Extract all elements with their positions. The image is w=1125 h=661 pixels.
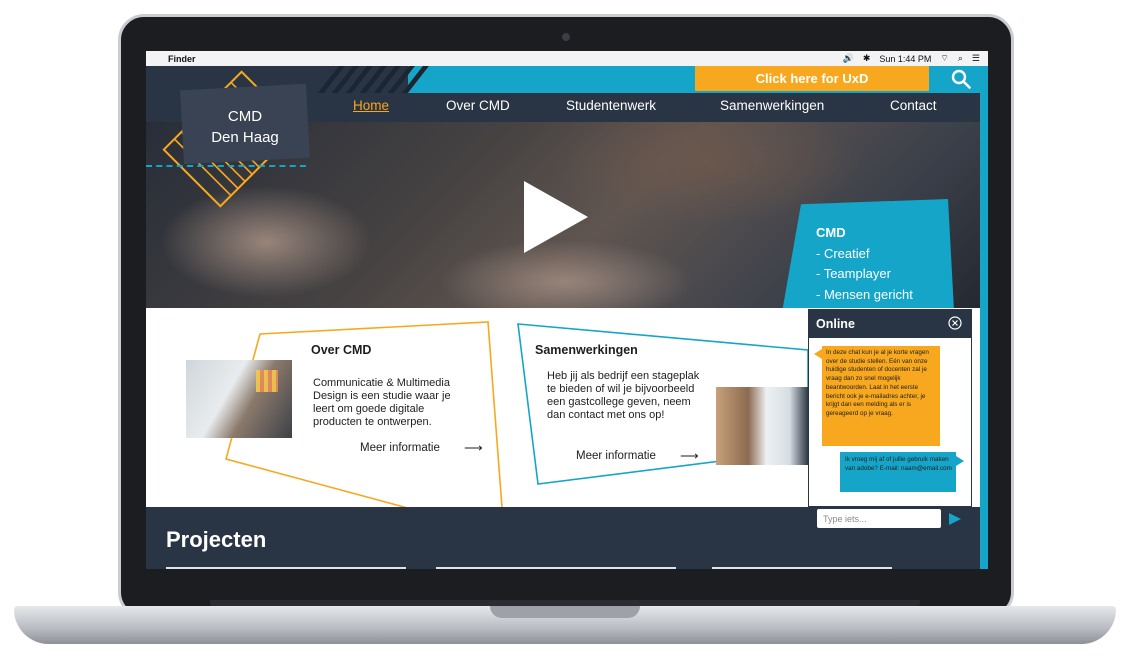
cmd-trait-2: - Teamplayer (816, 266, 891, 281)
wifi-icon[interactable]: ⌔ (940, 53, 948, 64)
logo-line-1: CMD (227, 108, 263, 125)
samenwerkingen-link[interactable]: Meer informatie (576, 450, 656, 462)
projects-title: Projecten (166, 527, 267, 552)
camera-icon (562, 33, 570, 41)
laptop-mockup: Finder 🔊 ✱ Sun 1:44 PM ⌔ ⌕ ☰ Click here … (0, 0, 1125, 661)
cmd-traits-text: CMD - Creatief - Teamplayer - Mensen ger… (816, 223, 913, 305)
close-icon[interactable] (948, 316, 962, 330)
dashed-divider (146, 165, 306, 167)
logo[interactable]: CMD Den Haag (182, 106, 308, 148)
play-icon[interactable] (524, 181, 588, 253)
nav-studentenwerk[interactable]: Studentenwerk (566, 98, 656, 113)
cmd-traits-title: CMD (816, 225, 846, 240)
incoming-bubble-tail (814, 349, 822, 359)
right-accent-rail (980, 93, 988, 569)
nav-home[interactable]: Home (353, 98, 389, 113)
project-thumb[interactable] (436, 567, 676, 569)
laptop-notch (490, 606, 640, 618)
samenwerkingen-body: Heb jij als bedrijf een stageplak te bie… (547, 370, 700, 421)
menubar-app-name[interactable]: Finder (168, 54, 196, 64)
bluetooth-icon[interactable]: ✱ (863, 53, 871, 64)
over-cmd-link[interactable]: Meer informatie (360, 442, 440, 454)
over-cmd-title: Over CMD (311, 343, 372, 357)
volume-icon[interactable]: 🔊 (843, 53, 854, 64)
over-cmd-body: Communicatie & Multimedia Design is een … (313, 377, 451, 428)
nav-contact[interactable]: Contact (890, 98, 937, 113)
outgoing-bubble-tail (956, 456, 964, 466)
mac-menubar: Finder 🔊 ✱ Sun 1:44 PM ⌔ ⌕ ☰ (146, 51, 988, 66)
project-thumb[interactable] (712, 567, 892, 569)
samenwerkingen-photo (716, 387, 808, 465)
project-thumb[interactable] (166, 567, 406, 569)
header-stripes (318, 66, 438, 93)
over-cmd-photo (186, 360, 292, 438)
incoming-message-text: In deze chat kun je al je korte vragen o… (826, 349, 929, 417)
send-icon[interactable] (949, 513, 961, 525)
arrow-right-icon[interactable]: ⟶ (680, 448, 699, 464)
arrow-right-icon[interactable]: ⟶ (464, 440, 483, 456)
menubar-status: 🔊 ✱ Sun 1:44 PM ⌔ ⌕ ☰ (843, 53, 980, 64)
samenwerkingen-title: Samenwerkingen (535, 343, 638, 357)
screen: Finder 🔊 ✱ Sun 1:44 PM ⌔ ⌕ ☰ Click here … (146, 51, 988, 569)
nav-over-cmd[interactable]: Over CMD (446, 98, 510, 113)
menubar-clock[interactable]: Sun 1:44 PM (879, 54, 931, 64)
chat-title: Online (816, 317, 855, 331)
outgoing-message-text: Ik vroeg mij af of jullie gebruik maken … (845, 456, 952, 472)
cmd-trait-3: - Mensen gericht (816, 286, 913, 302)
nav-samenwerkingen[interactable]: Samenwerkingen (720, 98, 824, 113)
cmd-trait-1: - Creatief (816, 245, 870, 261)
uxd-button[interactable]: Click here for UxD (695, 66, 929, 91)
menu-list-icon[interactable]: ☰ (972, 53, 980, 64)
spotlight-icon[interactable]: ⌕ (958, 53, 963, 64)
chat-input[interactable] (817, 509, 941, 528)
search-icon[interactable] (951, 69, 971, 89)
logo-line-2: Den Haag (211, 129, 279, 146)
